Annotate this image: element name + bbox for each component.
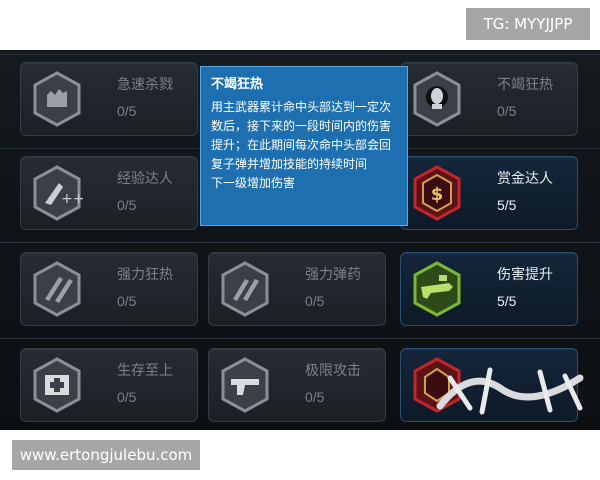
skill-card-damage-boost[interactable]: 伤害提升 5/5 (400, 252, 578, 326)
skill-progress: 0/5 (117, 293, 137, 309)
skill-tooltip: 不竭狂热 用主武器累计命中头部达到一定次数后，接下来的一段时间内的伤害提升；在此… (200, 66, 408, 226)
skill-progress: 5/5 (497, 293, 517, 309)
skill-name: 生存至上 (117, 363, 173, 379)
fist-icon (33, 71, 81, 127)
skill-name: 赏金达人 (497, 171, 553, 187)
row-divider (0, 242, 600, 243)
skill-name: 强力狂热 (117, 267, 173, 283)
skill-name: 不竭狂热 (497, 77, 553, 93)
arrow-plus-icon: ++ (33, 165, 84, 221)
skill-card-power-frenzy[interactable]: 强力狂热 0/5 (20, 252, 198, 326)
skill-card-rapid-kill[interactable]: 急速杀戮 0/5 (20, 62, 198, 136)
tg-badge: TG: MYYJJPP (466, 8, 590, 40)
svg-text:$: $ (431, 184, 444, 205)
watermark-logo (436, 367, 584, 415)
tooltip-title: 不竭狂热 (211, 77, 264, 92)
row-divider (0, 54, 600, 55)
skill-progress: 0/5 (117, 389, 137, 405)
skill-card-survival-first[interactable]: 生存至上 0/5 (20, 348, 198, 422)
tooltip-description: 用主武器累计命中头部达到一定次数后，接下来的一段时间内的伤害提升；在此期间每次命… (211, 100, 392, 171)
skill-panel: 急速杀戮 0/5 不竭狂热 0/5 ++ 经验达人 0/5 $ 赏金达人 5/5 (0, 50, 600, 430)
skill-card-power-ammo[interactable]: 强力弹药 0/5 (208, 252, 386, 326)
svg-text:++: ++ (61, 191, 84, 207)
double-slash-icon (33, 261, 81, 317)
pistol-icon (221, 357, 269, 413)
medkit-icon (33, 357, 81, 413)
skill-card-exp-master[interactable]: ++ 经验达人 0/5 (20, 156, 198, 230)
skill-progress: 5/5 (497, 197, 517, 213)
site-url-badge: www.ertongjulebu.com (12, 440, 200, 470)
skill-progress: 0/5 (117, 197, 137, 213)
weapon-icon (413, 261, 461, 317)
dollar-icon: $ (413, 165, 461, 221)
skill-name: 急速杀戮 (117, 77, 173, 93)
skill-progress: 0/5 (497, 103, 517, 119)
skill-name: 极限攻击 (305, 363, 361, 379)
skill-progress: 0/5 (305, 293, 325, 309)
skill-card-extreme-attack[interactable]: 极限攻击 0/5 (208, 348, 386, 422)
skill-card-endless-frenzy[interactable]: 不竭狂热 0/5 (400, 62, 578, 136)
skill-progress: 0/5 (117, 103, 137, 119)
skull-icon (413, 71, 461, 127)
tooltip-next-level: 下一级增加伤害 (211, 176, 296, 190)
bullets-icon (221, 261, 269, 317)
skill-name: 伤害提升 (497, 267, 553, 283)
skill-name: 强力弹药 (305, 267, 361, 283)
skill-card-bounty-master[interactable]: $ 赏金达人 5/5 (400, 156, 578, 230)
skill-progress: 0/5 (305, 389, 325, 405)
row-divider (0, 338, 600, 339)
skill-name: 经验达人 (117, 171, 173, 187)
